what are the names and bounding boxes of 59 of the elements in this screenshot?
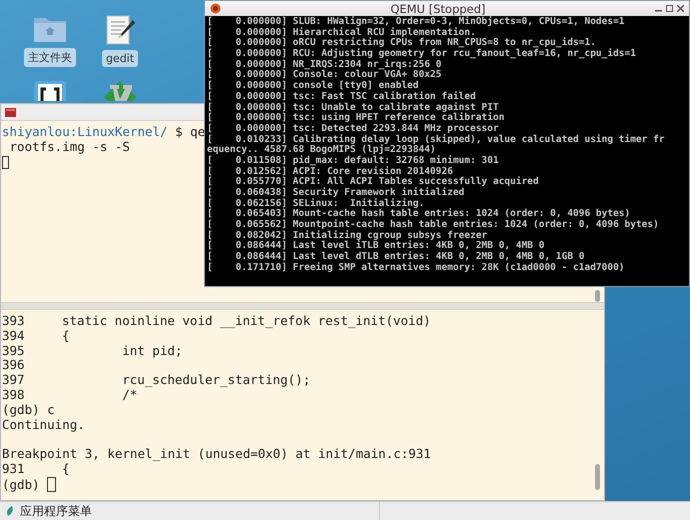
- console-line: [ 0.082042] Initializing cgroup subsys freezer: [207, 230, 488, 241]
- console-line: [ 0.011508] pid_max: default: 32768 minimum: 301: [207, 156, 500, 166]
- source-code: int pid;: [121, 342, 182, 358]
- gdb-output: Continuing.: [2, 416, 85, 432]
- icon-label[interactable]: gedit: [102, 50, 138, 67]
- close-icon[interactable]: [677, 5, 684, 12]
- qemu-app-icon: [210, 3, 221, 14]
- source-code: static noinline void __init_refok rest_init(void): [62, 313, 431, 328]
- line-number: 398: [2, 388, 26, 403]
- console-line: [ 0.000000] Console: colour VGA+ 80x25: [207, 70, 442, 80]
- console-line: [ 0.000000] oRCU restricting CPUs from NR_CPUS=8 to nr_cpu_ids=1.: [207, 38, 596, 48]
- line-number: 395: [2, 344, 26, 358]
- text-cursor: [47, 476, 56, 492]
- console-line: [ 0.062156] SELinux: Initializing.: [207, 198, 424, 209]
- source-code: /*: [121, 386, 138, 402]
- scrollbar-thumb[interactable]: [595, 464, 600, 490]
- console-line: [ 0.065562] Mountpoint-cache hash table entries: 1024 (order: 0, 4096 bytes): [207, 220, 660, 230]
- shell-prompt: shiyanlou:LinuxKernel/: [2, 124, 168, 139]
- window-title: QEMU [Stopped]: [389, 2, 486, 16]
- terminal-icon: [5, 108, 16, 116]
- line-number: 394: [2, 328, 26, 344]
- console-line: [ 0.000000] NR_IRQS:2304 nr_irqs:256 0: [207, 60, 442, 70]
- shell-command: $ qe: [174, 124, 206, 139]
- console-line: [ 0.000000] RCU: Adjusting geometry for rcu_fanout_leaf=16, nr_cpu_ids=1: [207, 49, 637, 60]
- console-line: [ 0.000000] tsc: using HPET reference calibration: [207, 113, 506, 124]
- console-line: [ 0.000000] tsc: Detected 2293.844 MHz processor: [207, 124, 500, 134]
- line-number: 396: [2, 358, 26, 374]
- console-line: [ 0.000000] console [tty0] enabled: [207, 81, 419, 92]
- maximize-icon[interactable]: [666, 5, 673, 12]
- console-line: [ 0.000000] SLUB: HWalign=32, Order=0-3, MinObjects=0, CPUs=1, Nodes=1: [207, 17, 626, 27]
- leaf-icon: [6, 506, 14, 516]
- text-editor-icon[interactable]: [105, 14, 135, 46]
- scrollbar-thumb[interactable]: [595, 290, 600, 302]
- console-line: [ 0.171710] Freeing SMP alternatives memory: 28K (c1ad0000 - c1ad7000): [207, 262, 626, 274]
- shell-output: rootfs.img -s -S: [10, 138, 130, 154]
- source-code: rcu_scheduler_starting();: [121, 372, 310, 388]
- source-code: {: [62, 460, 70, 476]
- console-line: [ 0.086444] Last level dTLB entries: 4KB 0, 2MB 0, 4MB 0, 1GB 0: [207, 252, 586, 262]
- console-line: [ 0.086444] Last level iTLB entries: 4KB 0, 2MB 0, 4MB 0: [207, 241, 546, 252]
- console-line: [ 0.060438] Security Framework initialized: [207, 188, 466, 198]
- text-cursor: [2, 156, 9, 169]
- gdb-output: Breakpoint 3, kernel_init (unused=0x0) at init/main.c:931: [2, 446, 431, 462]
- gdb-output: (gdb) c: [2, 402, 55, 417]
- console-line: [ 0.010233] Calibrating delay loop (skipped), value calculated using timer fr: [207, 134, 666, 145]
- console-line: [ 0.055770] ACPI: All ACPI Tables successfully acquired: [207, 177, 540, 188]
- console-line: [ 0.000000] Hierarchical RCU implementation.: [207, 28, 477, 38]
- source-code: {: [62, 328, 70, 343]
- console-line: equency.. 4587.68 BogoMIPS (lpj=2293844): [207, 145, 436, 156]
- line-number: 393: [2, 314, 26, 329]
- brackets-icon[interactable]: [34, 81, 66, 101]
- line-number: 931: [2, 462, 25, 477]
- console-line: [ 0.012562] ACPI: Core revision 20140926: [207, 166, 453, 177]
- gdb-prompt: (gdb): [2, 476, 40, 492]
- icon-label[interactable]: 主文件夹: [24, 48, 76, 67]
- applications-menu[interactable]: 应用程序菜单: [20, 502, 92, 520]
- console-line: [ 0.000000] tsc: Unable to calibrate against PIT: [207, 102, 499, 112]
- console-line: [ 0.000000] tsc: Fast TSC calibration failed: [207, 92, 477, 102]
- line-number: 397: [2, 373, 26, 388]
- console-line: [ 0.065403] Mount-cache hash table entries: 1024 (order: 0, 4096 bytes): [207, 209, 632, 220]
